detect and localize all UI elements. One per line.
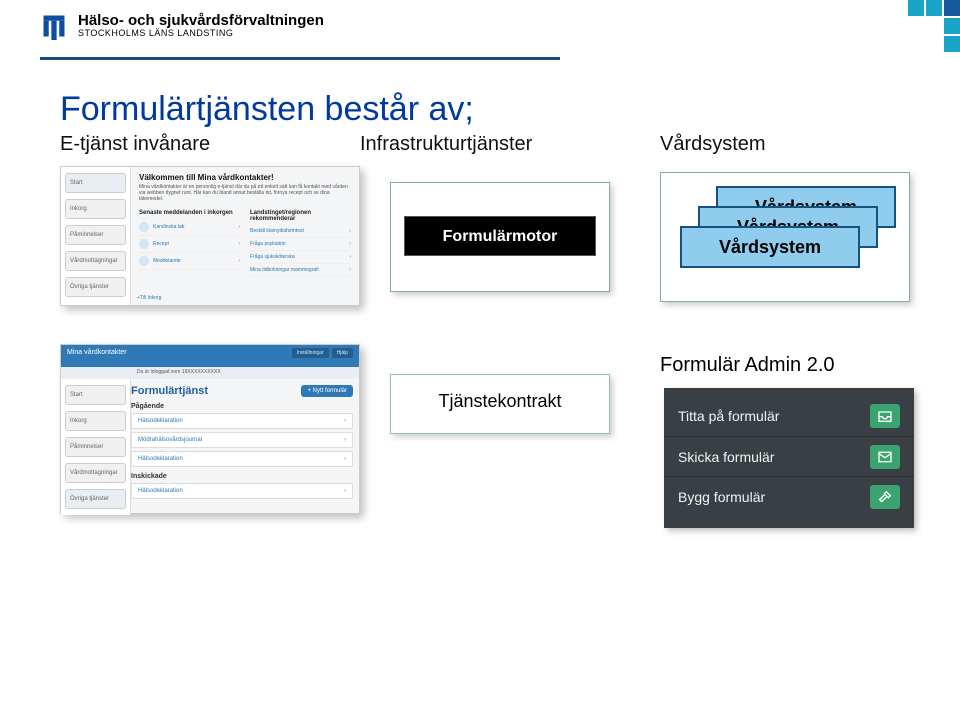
hammer-icon bbox=[870, 485, 900, 509]
admin-item-label: Bygg formulär bbox=[678, 489, 765, 505]
col-header-vardsys: Vårdsystem bbox=[660, 133, 880, 156]
screenshot-formulartjanst: Mina vårdkontakter Inställningar Hjälp D… bbox=[60, 344, 360, 514]
mvk-inbox-link[interactable]: +Till Inkorg bbox=[137, 295, 161, 301]
tray-icon bbox=[870, 404, 900, 428]
mvk-sidebar: Start Inkorg Påminnelser Vårdmottagninga… bbox=[61, 167, 131, 305]
col-header-infra: Infrastrukturtjänster bbox=[360, 133, 660, 156]
mvk-link[interactable]: Fråga psykiatrin› bbox=[250, 238, 351, 251]
ft-form-row[interactable]: Hälsodeklaration› bbox=[131, 483, 353, 499]
corner-decoration bbox=[908, 0, 960, 52]
ft-form-row[interactable]: Mödrahälsovårdsjournal› bbox=[131, 432, 353, 448]
mvk-link[interactable]: Recept› bbox=[139, 236, 240, 253]
ft-new-form-button[interactable]: + Nytt formulär bbox=[301, 385, 353, 397]
mvk-sidebar-item[interactable]: Inkorg bbox=[65, 199, 126, 219]
admin-item-label: Skicka formulär bbox=[678, 449, 774, 465]
mvk-sidebar-item[interactable]: Påminnelser bbox=[65, 225, 126, 245]
formular-admin-label: Formulär Admin 2.0 bbox=[660, 354, 835, 377]
ft-section-submitted: Inskickade bbox=[131, 473, 353, 480]
ft-section-ongoing: Pågående bbox=[131, 403, 353, 410]
chevron-right-icon: › bbox=[349, 267, 351, 273]
ft-form-row[interactable]: Hälsodeklaration› bbox=[131, 413, 353, 429]
column-headers: E-tjänst invånare Infrastrukturtjänster … bbox=[60, 133, 920, 156]
formular-admin-panel: Titta på formulär Skicka formulär Bygg f… bbox=[664, 388, 914, 528]
mvk-sidebar-item[interactable]: Övriga tjänster bbox=[65, 277, 126, 297]
mvk-sidebar-item[interactable]: Vårdmottagningar bbox=[65, 251, 126, 271]
mvk-intro: Mina vårdkontakter är en personlig e-tjä… bbox=[139, 184, 351, 202]
mail-icon bbox=[870, 445, 900, 469]
chevron-right-icon: › bbox=[344, 488, 346, 494]
ft-help-button[interactable]: Hjälp bbox=[332, 348, 353, 358]
mvk-heading: Välkommen till Mina vårdkontakter! bbox=[139, 173, 351, 182]
ft-sidebar-item[interactable]: Påminnelser bbox=[65, 437, 126, 457]
ft-sidebar-item[interactable]: Vårdmottagningar bbox=[65, 463, 126, 483]
mvk-link[interactable]: Fråga sjuksköterska› bbox=[250, 251, 351, 264]
ft-sidebar-item[interactable]: Inkorg bbox=[65, 411, 126, 431]
ft-sidebar: Start Inkorg Påminnelser Vårdmottagninga… bbox=[61, 379, 131, 515]
chevron-right-icon: › bbox=[349, 241, 351, 247]
chevron-right-icon: › bbox=[349, 228, 351, 234]
bubble-icon bbox=[139, 239, 149, 249]
mvk-link[interactable]: Karolinska lab› bbox=[139, 219, 240, 236]
mvk-link[interactable]: Beställ klamydiahemtest› bbox=[250, 225, 351, 238]
tjanstekontrakt-box: Tjänstekontrakt bbox=[390, 374, 610, 434]
chevron-right-icon: › bbox=[344, 418, 346, 424]
ft-login-status: Du är inloggad som 19XXXXXXXXXX bbox=[61, 367, 359, 379]
col-header-etjanst: E-tjänst invånare bbox=[60, 133, 360, 156]
chevron-right-icon: › bbox=[238, 258, 240, 264]
ft-topbar-logo: Mina vårdkontakter bbox=[67, 349, 127, 356]
admin-item-label: Titta på formulär bbox=[678, 408, 779, 424]
ft-form-row[interactable]: Hälsodeklaration› bbox=[131, 451, 353, 467]
ft-sidebar-item[interactable]: Start bbox=[65, 385, 126, 405]
org-subtitle: STOCKHOLMS LÄNS LANDSTING bbox=[78, 29, 324, 39]
org-logo: Hälso- och sjukvårdsförvaltningen STOCKH… bbox=[40, 12, 960, 40]
slide-header: Hälso- och sjukvårdsförvaltningen STOCKH… bbox=[0, 0, 960, 60]
screenshot-mvk: Start Inkorg Påminnelser Vårdmottagninga… bbox=[60, 166, 360, 306]
mvk-sidebar-item[interactable]: Start bbox=[65, 173, 126, 193]
chevron-right-icon: › bbox=[344, 456, 346, 462]
ft-settings-button[interactable]: Inställningar bbox=[292, 348, 329, 358]
ft-topbar: Mina vårdkontakter Inställningar Hjälp bbox=[61, 345, 359, 367]
admin-item-view[interactable]: Titta på formulär bbox=[664, 396, 914, 436]
admin-item-send[interactable]: Skicka formulär bbox=[664, 436, 914, 476]
chevron-right-icon: › bbox=[238, 224, 240, 230]
formularmotor-box: Formulärmotor bbox=[404, 216, 596, 256]
mvk-link[interactable]: Meddelande› bbox=[139, 253, 240, 270]
bubble-icon bbox=[139, 256, 149, 266]
org-title: Hälso- och sjukvårdsförvaltningen bbox=[78, 13, 324, 30]
ft-sidebar-item[interactable]: Övriga tjänster bbox=[65, 489, 126, 509]
admin-item-build[interactable]: Bygg formulär bbox=[664, 476, 914, 516]
ft-page-title: Formulärtjänst bbox=[131, 385, 208, 397]
slide-title: Formulärtjänsten består av; bbox=[60, 90, 920, 129]
bubble-icon bbox=[139, 222, 149, 232]
sll-logo-icon bbox=[40, 12, 68, 40]
mvk-link[interactable]: Mina tidbokningar mammografi› bbox=[250, 264, 351, 277]
chevron-right-icon: › bbox=[344, 437, 346, 443]
chevron-right-icon: › bbox=[349, 254, 351, 260]
vardsystem-stack: Vårdsystem Vårdsystem Vårdsystem bbox=[680, 186, 890, 286]
chevron-right-icon: › bbox=[238, 241, 240, 247]
vardsystem-card: Vårdsystem bbox=[680, 226, 860, 268]
mvk-col1-heading: Senaste meddelanden i inkorgen bbox=[139, 210, 240, 216]
mvk-col2-heading: Landstinget/regionen rekommenderar bbox=[250, 210, 351, 222]
